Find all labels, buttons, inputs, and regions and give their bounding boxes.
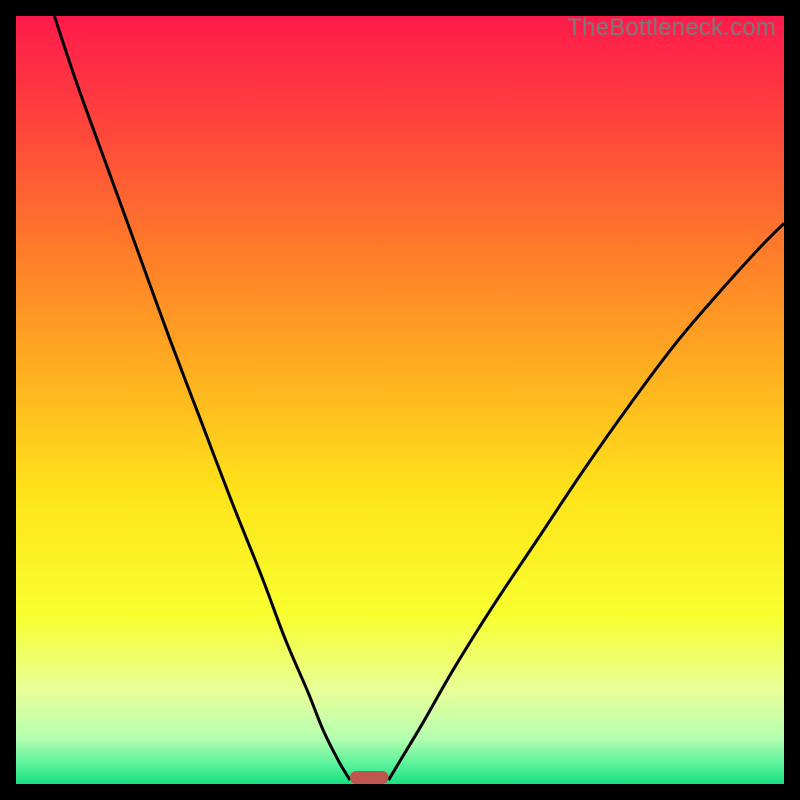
chart-frame: TheBottleneck.com — [16, 16, 784, 784]
optimal-marker — [350, 771, 388, 784]
gradient-background — [16, 16, 784, 784]
chart-svg — [16, 16, 784, 784]
watermark-text: TheBottleneck.com — [567, 14, 776, 42]
